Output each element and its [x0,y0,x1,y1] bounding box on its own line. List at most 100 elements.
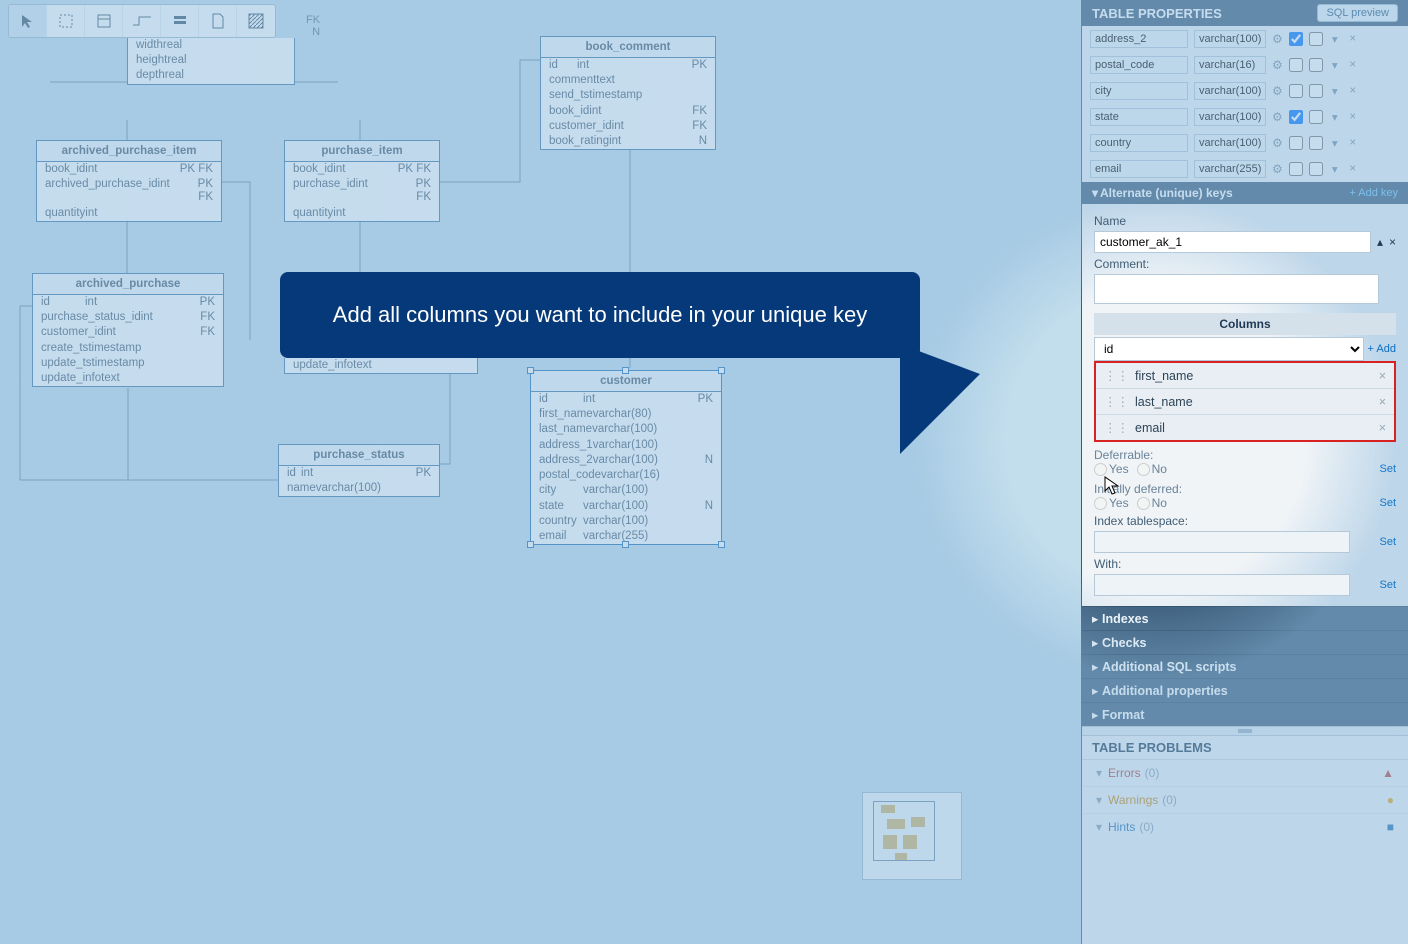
with-set[interactable]: Set [1379,579,1396,591]
col-remove-icon[interactable]: × [1347,59,1359,71]
col-nn-checkbox[interactable] [1289,58,1303,72]
col-nn-checkbox[interactable] [1289,84,1303,98]
ak-column-item[interactable]: ⋮⋮first_name× [1096,363,1394,389]
hints-row[interactable]: ▾ Hints (0) ■ [1082,814,1408,840]
ak-column-item[interactable]: ⋮⋮email× [1096,415,1394,440]
col-remove-icon[interactable]: × [1347,111,1359,123]
entity-archived-purchase[interactable]: archived_purchase idintPKpurchase_status… [32,273,224,387]
with-input[interactable] [1094,574,1350,596]
entity-archived-purchase-item[interactable]: archived_purchase_item book_idintPK FKar… [36,140,222,222]
col-nn-checkbox[interactable] [1289,136,1303,150]
entity-purchase-item[interactable]: purchase_item book_idintPK FKpurchase_id… [284,140,440,222]
initially-set[interactable]: Set [1379,497,1396,509]
col-nn-checkbox[interactable] [1289,110,1303,124]
entity-customer[interactable]: customer idintPKfirst_namevarchar(80)las… [530,370,722,545]
col-pk-checkbox[interactable] [1309,162,1323,176]
entity-column-row: purchase_status_idintFK [33,310,223,325]
deferrable-no[interactable]: No [1137,462,1167,476]
col-name-input[interactable] [1090,160,1188,178]
entity-column-row: countryvarchar(100) [531,514,721,529]
remove-col-icon[interactable]: × [1379,421,1386,435]
col-remove-icon[interactable]: × [1347,33,1359,45]
gear-icon[interactable]: ⚙ [1272,136,1283,150]
col-move-icon[interactable]: ▾ [1329,110,1341,124]
ak-remove-icon[interactable]: × [1389,235,1396,249]
col-move-icon[interactable]: ▾ [1329,58,1341,72]
property-column-row: ⚙ ▾ × [1082,26,1408,52]
col-move-icon[interactable]: ▾ [1329,162,1341,176]
ak-section-header[interactable]: ▾ Alternate (unique) keys + Add key [1082,182,1408,204]
accordion-checks[interactable]: ▸Checks [1082,630,1408,654]
col-pk-checkbox[interactable] [1309,136,1323,150]
col-pk-checkbox[interactable] [1309,32,1323,46]
deferrable-set[interactable]: Set [1379,463,1396,475]
sql-preview-button[interactable]: SQL preview [1317,4,1398,22]
col-move-icon[interactable]: ▾ [1329,136,1341,150]
gear-icon[interactable]: ⚙ [1272,32,1283,46]
col-name-input[interactable] [1090,56,1188,74]
col-pk-checkbox[interactable] [1309,58,1323,72]
panel-title-bar: TABLE PROPERTIES SQL preview [1082,0,1408,26]
gear-icon[interactable]: ⚙ [1272,58,1283,72]
entity-column-row: address_1varchar(100) [531,438,721,453]
remove-col-icon[interactable]: × [1379,369,1386,383]
ak-comment-input[interactable] [1094,274,1379,304]
col-type-input[interactable] [1194,160,1266,178]
callout-text: Add all columns you want to include in y… [333,302,867,327]
entity-purchase-partial[interactable]: update_infotext [284,358,478,374]
col-pk-checkbox[interactable] [1309,84,1323,98]
ak-collapse-icon[interactable]: ▴ [1377,235,1383,249]
col-remove-icon[interactable]: × [1347,137,1359,149]
erd-canvas[interactable]: widthrealheightrealdepthreal book_commen… [0,0,988,944]
col-type-input[interactable] [1194,108,1266,126]
accordion-indexes[interactable]: ▸Indexes [1082,606,1408,630]
ak-name-input[interactable] [1094,231,1371,253]
col-type-input[interactable] [1194,30,1266,48]
col-type-input[interactable] [1194,56,1266,74]
minimap[interactable] [862,792,962,880]
panel-splitter[interactable] [1082,726,1408,736]
entity-column-row: widthreal [128,38,294,53]
accordion-format[interactable]: ▸Format [1082,702,1408,726]
entity-column-row: send_tstimestamp [541,88,715,103]
entity-column-row: postal_codevarchar(16) [531,468,721,483]
col-remove-icon[interactable]: × [1347,163,1359,175]
col-remove-icon[interactable]: × [1347,85,1359,97]
col-name-input[interactable] [1090,30,1188,48]
entity-dim-partial[interactable]: widthrealheightrealdepthreal [127,38,295,85]
col-pk-checkbox[interactable] [1309,110,1323,124]
col-type-input[interactable] [1194,82,1266,100]
add-key-link[interactable]: + Add key [1349,187,1398,199]
problems-title: TABLE PROBLEMS [1092,740,1212,755]
gear-icon[interactable]: ⚙ [1272,84,1283,98]
col-name-input[interactable] [1090,134,1188,152]
gear-icon[interactable]: ⚙ [1272,110,1283,124]
entity-book-comment[interactable]: book_comment idintPKcommenttextsend_tsti… [540,36,716,150]
entity-column-row: purchase_idintPK FK [285,177,439,205]
warnings-row[interactable]: ▾ Warnings (0) ● [1082,787,1408,814]
accordion-additional-sql-scripts[interactable]: ▸Additional SQL scripts [1082,654,1408,678]
ak-column-item[interactable]: ⋮⋮last_name× [1096,389,1394,415]
remove-col-icon[interactable]: × [1379,395,1386,409]
col-nn-checkbox[interactable] [1289,162,1303,176]
initially-no[interactable]: No [1137,496,1167,510]
entity-title: purchase_status [279,445,439,466]
gear-icon[interactable]: ⚙ [1272,162,1283,176]
deferrable-yes[interactable]: Yes [1094,462,1129,476]
col-type-input[interactable] [1194,134,1266,152]
ak-column-select[interactable]: id [1094,337,1364,361]
entity-column-row: idintPK [33,295,223,310]
entity-purchase-status[interactable]: purchase_status idintPKnamevarchar(100) [278,444,440,497]
col-nn-checkbox[interactable] [1289,32,1303,46]
col-name-input[interactable] [1090,108,1188,126]
col-move-icon[interactable]: ▾ [1329,32,1341,46]
index-ts-set[interactable]: Set [1379,536,1396,548]
errors-row[interactable]: ▾ Errors (0) ▲ [1082,760,1408,787]
with-label: With: [1094,557,1396,571]
col-move-icon[interactable]: ▾ [1329,84,1341,98]
accordion-additional-properties[interactable]: ▸Additional properties [1082,678,1408,702]
col-name-input[interactable] [1090,82,1188,100]
ak-add-column[interactable]: + Add [1368,343,1396,355]
index-ts-input[interactable] [1094,531,1350,553]
entity-column-row: customer_idintFK [541,119,715,134]
